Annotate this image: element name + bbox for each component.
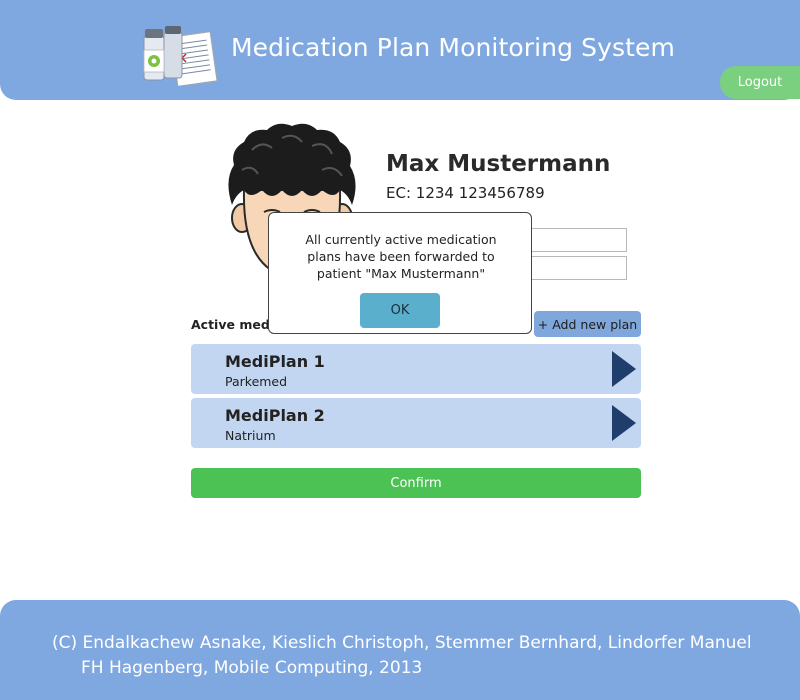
- add-new-plan-button[interactable]: + Add new plan: [534, 311, 641, 337]
- plan-medication: Natrium: [225, 428, 276, 443]
- patient-field-2[interactable]: [530, 256, 627, 280]
- footer-institution: FH Hagenberg, Mobile Computing, 2013: [81, 658, 423, 678]
- chevron-right-icon[interactable]: [612, 405, 636, 441]
- patient-name: Max Mustermann: [386, 151, 611, 177]
- app-title: Medication Plan Monitoring System: [231, 33, 675, 62]
- app-logo-icon: [143, 26, 219, 86]
- chevron-right-icon[interactable]: [612, 351, 636, 387]
- plan-list-item[interactable]: MediPlan 2 Natrium: [191, 398, 641, 448]
- plan-medication: Parkemed: [225, 374, 288, 389]
- dialog-message: All currently active medication plans ha…: [305, 232, 497, 281]
- patient-ec-number: EC: 1234 123456789: [386, 184, 545, 202]
- patient-field-1[interactable]: [530, 228, 627, 252]
- footer-credits: (C) Endalkachew Asnake, Kieslich Christo…: [52, 633, 752, 653]
- forwarded-dialog: All currently active medication plans ha…: [268, 212, 532, 334]
- app-header: Medication Plan Monitoring System Logout: [0, 0, 800, 100]
- plan-list-item[interactable]: MediPlan 1 Parkemed: [191, 344, 641, 394]
- confirm-button[interactable]: Confirm: [191, 468, 641, 498]
- plan-title: MediPlan 1: [225, 352, 325, 371]
- dialog-ok-button[interactable]: OK: [360, 293, 440, 328]
- active-plans-label: Active medi: [191, 317, 275, 332]
- logout-button[interactable]: Logout: [720, 66, 800, 99]
- plan-title: MediPlan 2: [225, 406, 325, 425]
- app-footer: (C) Endalkachew Asnake, Kieslich Christo…: [0, 600, 800, 700]
